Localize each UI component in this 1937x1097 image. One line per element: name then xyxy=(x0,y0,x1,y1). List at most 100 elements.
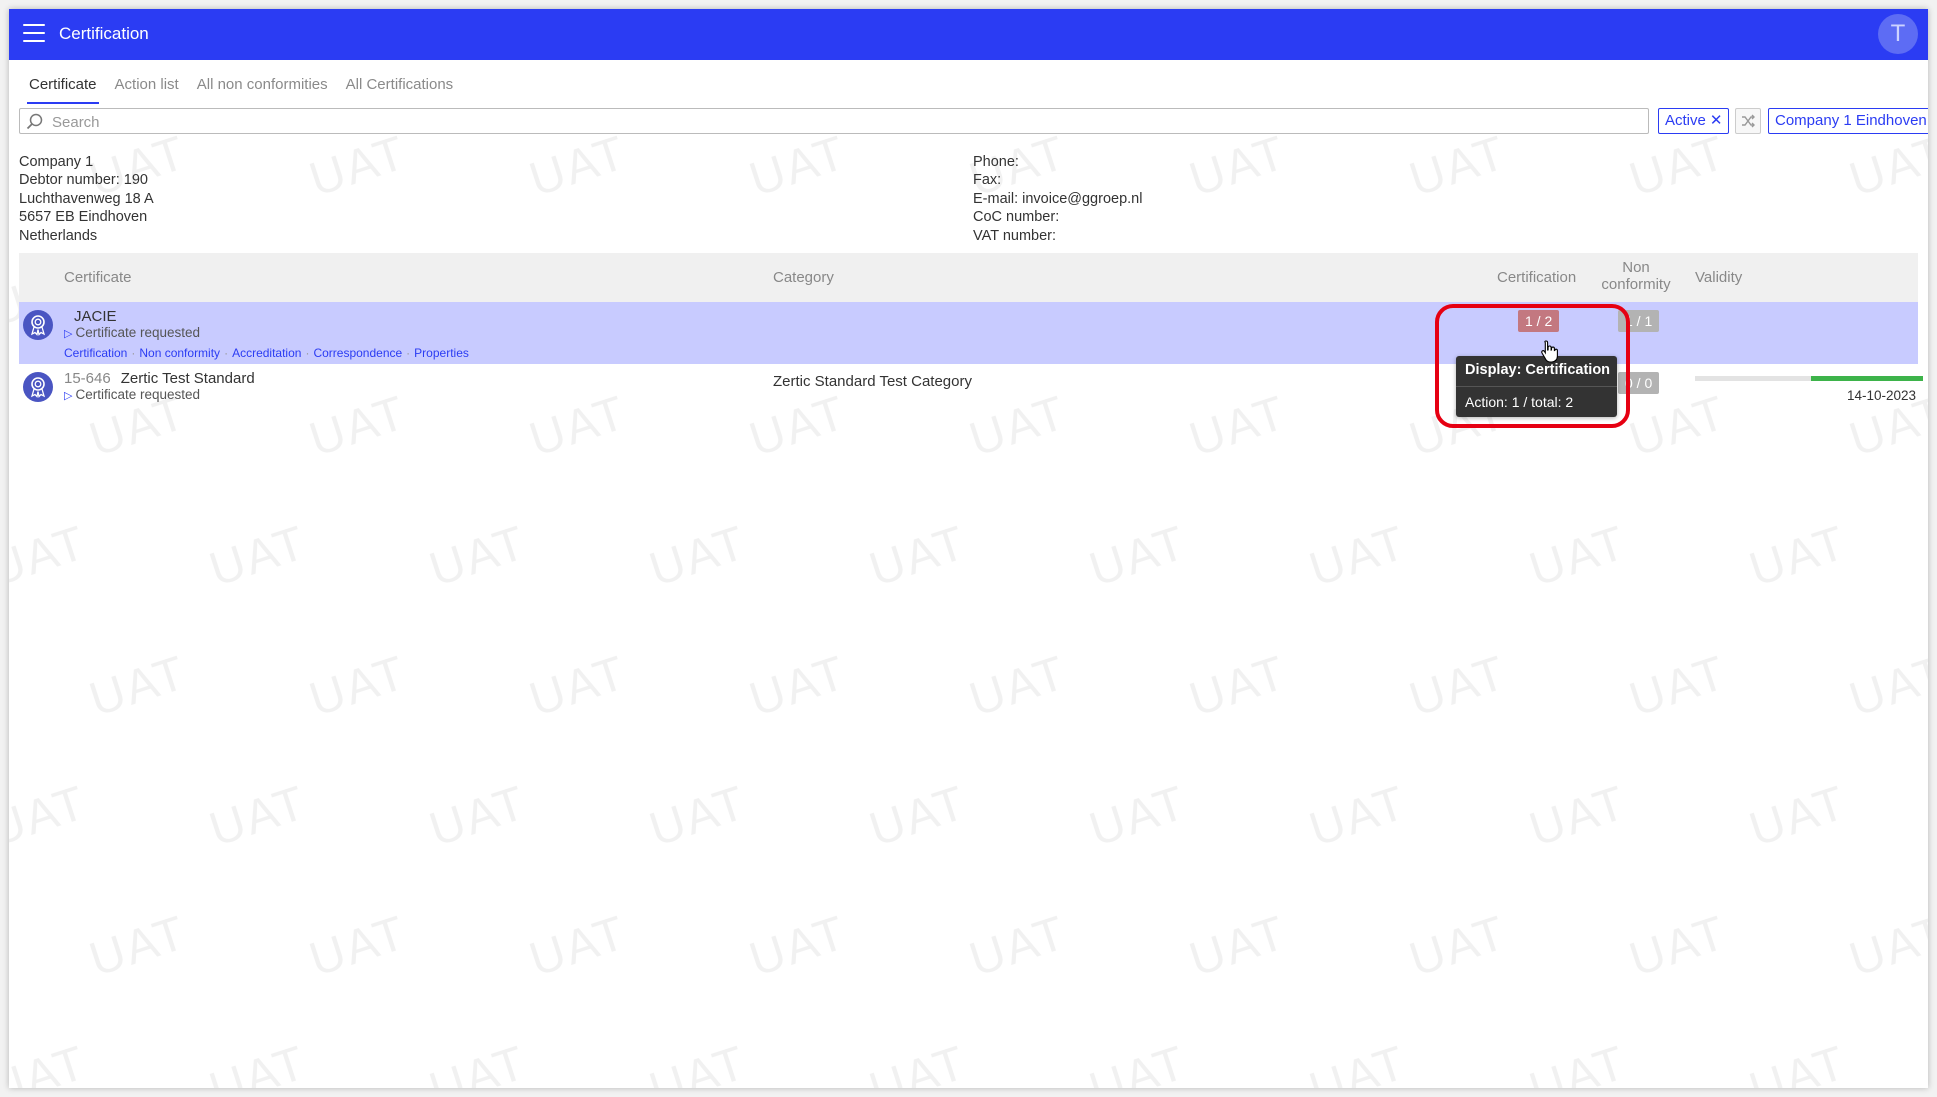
table-row[interactable]: 15-646 Zertic Test Standard ▷ Certificate … xyxy=(19,364,1923,426)
link-separator: · xyxy=(406,346,411,360)
shuffle-button[interactable] xyxy=(1735,108,1761,134)
tooltip-title: Display: Certification xyxy=(1456,356,1617,387)
watermark-text: UAT xyxy=(83,906,194,987)
watermark-text: UAT xyxy=(1183,906,1294,987)
watermark-text: UAT xyxy=(523,646,634,727)
shuffle-icon xyxy=(1742,114,1755,128)
link-correspondence[interactable]: Correspondence xyxy=(313,346,402,360)
certificate-award-icon xyxy=(23,310,53,340)
header-certification[interactable]: Certification xyxy=(1497,269,1576,286)
watermark-text: UAT xyxy=(203,776,314,857)
uat-watermark: UAT UAT UAT UAT UAT UAT UAT UAT UAT UAT UAT UAT UAT U… xyxy=(9,9,1928,1088)
hand-cursor-icon xyxy=(1541,340,1558,363)
company-fax: Fax: xyxy=(973,172,1002,189)
tab-all-non-conformities[interactable]: All non conformities xyxy=(195,72,330,104)
certificate-title: Zertic Test Standard xyxy=(120,370,255,387)
certificate-category: Zertic Standard Test Category xyxy=(773,373,972,390)
watermark-text: UAT xyxy=(203,1036,314,1088)
search-input[interactable] xyxy=(50,111,1634,133)
company-name: Company 1 xyxy=(19,154,94,170)
filter-chip-active[interactable]: Active ✕ xyxy=(1658,108,1730,134)
link-separator: · xyxy=(305,346,310,360)
certificate-table: Certificate Category Certification Non c… xyxy=(19,253,1923,426)
watermark-text: UAT xyxy=(643,1036,754,1088)
table-row[interactable]: JACIE ▷ Certificate requested Certificati… xyxy=(19,302,1918,364)
status-arrow-icon: ▷ xyxy=(64,328,73,340)
tab-action-list[interactable]: Action list xyxy=(113,72,181,104)
watermark-text: UAT xyxy=(743,646,854,727)
table-header: Certificate Category Certification Non c… xyxy=(19,253,1918,302)
link-non-conformity[interactable]: Non conformity xyxy=(139,346,220,360)
watermark-text: UAT xyxy=(1743,516,1854,597)
watermark-text: UAT xyxy=(1843,906,1928,987)
company-street: Luchthavenweg 18 A xyxy=(19,190,154,207)
tab-all-certifications[interactable]: All Certifications xyxy=(344,72,456,104)
watermark-text: UAT xyxy=(303,646,414,727)
link-properties[interactable]: Properties xyxy=(414,346,469,360)
watermark-text: UAT xyxy=(1743,776,1854,857)
watermark-text: UAT xyxy=(423,516,534,597)
watermark-text: UAT xyxy=(743,906,854,987)
company-email: E-mail: invoice@ggroep.nl xyxy=(973,190,1143,207)
watermark-text: UAT xyxy=(9,1036,94,1088)
watermark-text: UAT xyxy=(1303,1036,1414,1088)
app-window: UAT UAT UAT UAT UAT UAT UAT UAT UAT UAT UAT UAT UAT U… xyxy=(9,9,1928,1088)
watermark-text: UAT xyxy=(1083,516,1194,597)
tab-certificate[interactable]: Certificate xyxy=(27,72,99,104)
header-certificate[interactable]: Certificate xyxy=(64,269,132,286)
non-conformity-badge[interactable]: 0 / 0 xyxy=(1618,372,1660,394)
menu-icon[interactable] xyxy=(23,24,45,42)
link-accreditation[interactable]: Accreditation xyxy=(232,346,301,360)
certification-badge[interactable]: 1 / 2 xyxy=(1518,310,1560,332)
watermark-text: UAT xyxy=(303,126,414,207)
non-conformity-badge[interactable]: 1 / 1 xyxy=(1618,310,1660,332)
certificate-status-text: Certificate requested xyxy=(75,325,201,340)
certificate-name[interactable]: JACIE xyxy=(64,308,117,325)
filter-chip-company[interactable]: Company 1 Eindhoven xyxy=(1768,108,1928,134)
header-non-conformity[interactable]: Non conformity xyxy=(1591,259,1681,293)
watermark-text: UAT xyxy=(863,516,974,597)
remove-filter-icon[interactable]: ✕ xyxy=(1710,112,1723,129)
watermark-text: UAT xyxy=(863,1036,974,1088)
header-category[interactable]: Category xyxy=(773,269,834,286)
watermark-text: UAT xyxy=(1403,646,1514,727)
company-phone: Phone: xyxy=(973,154,1019,170)
user-avatar[interactable]: T xyxy=(1878,14,1918,54)
certificate-status: ▷ Certificate requested xyxy=(64,325,200,340)
certificate-name[interactable]: 15-646 Zertic Test Standard xyxy=(64,370,255,387)
watermark-text: UAT xyxy=(423,1036,534,1088)
certificate-status: ▷ Certificate requested xyxy=(64,387,200,402)
validity-bar xyxy=(1695,376,1923,381)
watermark-text: UAT xyxy=(203,516,314,597)
watermark-text: UAT xyxy=(643,776,754,857)
header-non-conformity-line2: conformity xyxy=(1601,276,1671,293)
watermark-text: UAT xyxy=(9,776,94,857)
filter-chip-active-label: Active xyxy=(1665,112,1706,129)
company-city: 5657 EB Eindhoven xyxy=(19,209,148,226)
link-certification[interactable]: Certification xyxy=(64,346,127,360)
watermark-text: UAT xyxy=(1403,906,1514,987)
watermark-text: UAT xyxy=(643,516,754,597)
certificate-award-icon xyxy=(23,372,53,402)
watermark-text: UAT xyxy=(1843,646,1928,727)
tab-bar: Certificate Action list All non conformi… xyxy=(27,72,455,104)
watermark-text: UAT xyxy=(1523,776,1634,857)
watermark-text: UAT xyxy=(1303,516,1414,597)
watermark-text: UAT xyxy=(1083,1036,1194,1088)
top-bar: Certification T xyxy=(9,9,1928,60)
company-coc: CoC number: xyxy=(973,209,1060,226)
watermark-text: UAT xyxy=(1843,126,1928,207)
watermark-text: UAT xyxy=(1523,516,1634,597)
link-separator: · xyxy=(224,346,229,360)
app-title: Certification xyxy=(59,24,149,43)
watermark-text: UAT xyxy=(1403,126,1514,207)
header-non-conformity-line1: Non xyxy=(1622,259,1650,276)
watermark-text: UAT xyxy=(523,906,634,987)
watermark-text: UAT xyxy=(1183,126,1294,207)
status-arrow-icon: ▷ xyxy=(64,390,73,402)
search-box[interactable] xyxy=(19,108,1649,134)
watermark-text: UAT xyxy=(83,646,194,727)
watermark-text: UAT xyxy=(1743,1036,1854,1088)
header-validity[interactable]: Validity xyxy=(1695,269,1742,286)
validity-date: 14-10-2023 xyxy=(1846,388,1916,403)
